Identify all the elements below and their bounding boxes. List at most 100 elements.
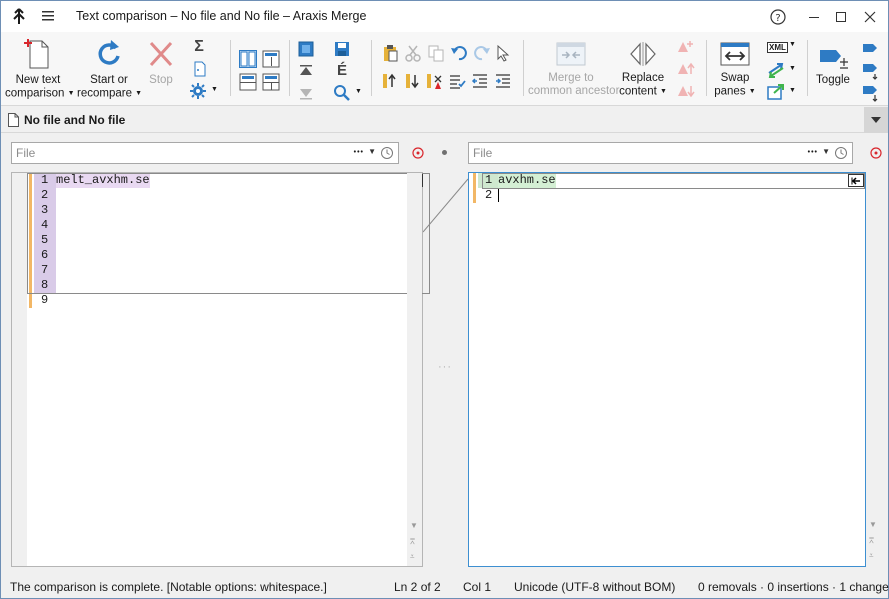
undo-icon[interactable] (450, 44, 468, 62)
line-number: 3 (34, 203, 56, 218)
conflict-icon[interactable] (425, 72, 443, 90)
right-file-history-dropdown[interactable]: ▼ (822, 147, 830, 156)
indent-icon[interactable] (494, 72, 512, 90)
line-text: avxhm.se (498, 173, 556, 188)
close-icon (864, 11, 876, 22)
left-text-pane[interactable]: 1 melt_avxhm.se 2 3 4 5 6 7 8 9 ▼ ⩞ ⩡ (11, 172, 430, 567)
sync-arrows-icon (768, 63, 784, 78)
swap-panes-button[interactable]: Swap panes ▼ (711, 40, 759, 99)
close-button[interactable] (852, 1, 888, 32)
minimize-icon (809, 16, 819, 18)
right-file-field: ••• ▼ (468, 142, 853, 164)
bookmark-down-icon[interactable] (861, 62, 879, 80)
two-way-layout-icon[interactable] (239, 50, 257, 68)
hamburger-menu-icon[interactable] (41, 9, 55, 23)
next-change-icon[interactable] (404, 72, 422, 90)
merge-to-common-ancestor-button[interactable]: Merge to common ancestor (528, 40, 619, 98)
replace-label: Replace (621, 72, 665, 84)
move-up-icon[interactable] (677, 60, 695, 78)
first-diff-icon[interactable]: ⩞ (869, 536, 874, 546)
dropdown-caret-icon: ▼ (789, 41, 796, 48)
cut-icon[interactable] (404, 44, 422, 62)
new-text-comparison-button[interactable]: New text comparison ▼ (5, 38, 75, 101)
left-lines: 1 melt_avxhm.se 2 3 4 5 6 7 8 9 (27, 173, 422, 308)
find-button[interactable]: ▼ (333, 84, 363, 102)
document-list-dropdown[interactable] (864, 107, 888, 133)
line-number: 5 (34, 233, 56, 248)
line-marker (29, 203, 32, 218)
line-marker (473, 173, 476, 188)
line-number: 2 (34, 188, 56, 203)
document-tab-title[interactable]: No file and No file (24, 113, 125, 127)
left-close-file-icon[interactable] (412, 147, 424, 159)
align-lines-icon[interactable] (448, 72, 466, 90)
pointer-icon[interactable] (494, 44, 512, 62)
right-file-input[interactable] (473, 145, 773, 161)
paste-icon[interactable] (381, 44, 399, 62)
dropdown-caret-icon: ▼ (355, 88, 362, 95)
left-file-input[interactable] (16, 145, 316, 161)
move-down-icon[interactable] (677, 82, 695, 100)
text-line: 4 (27, 218, 422, 233)
right-text-pane[interactable]: 1 avxhm.se 2 (468, 172, 866, 567)
insert-above-icon[interactable] (677, 38, 695, 56)
line-number: 6 (34, 248, 56, 263)
text-line: 6 (27, 248, 422, 263)
select-block-icon[interactable] (297, 40, 315, 58)
last-diff-icon[interactable]: ⩡ (410, 552, 415, 562)
first-diff-icon[interactable]: ⩞ (410, 537, 415, 547)
left-file-history-dropdown[interactable]: ▼ (368, 147, 376, 156)
last-change-icon[interactable] (297, 84, 315, 102)
stacked-layout-icon[interactable] (262, 73, 280, 91)
three-way-layout-icon[interactable] (239, 73, 257, 91)
right-lines: 1 avxhm.se 2 (469, 173, 865, 203)
new-text-label-2: comparison (5, 87, 65, 100)
redo-icon[interactable] (473, 44, 491, 62)
bookmark-list-icon[interactable] (861, 84, 879, 102)
arrow-left-icon (851, 176, 860, 185)
right-browse-button[interactable]: ••• (808, 149, 818, 156)
left-browse-button[interactable]: ••• (354, 149, 364, 156)
start-recompare-button[interactable]: Start or recompare ▼ (77, 38, 142, 101)
history-clock-icon[interactable] (834, 146, 848, 160)
options-button[interactable]: ▼ (189, 82, 219, 100)
right-vertical-scrollbar[interactable]: ▼ ⩞ ⩡ (866, 172, 881, 567)
first-change-icon[interactable] (297, 62, 315, 80)
scroll-down-icon[interactable]: ▼ (410, 521, 418, 530)
recompare-icon (98, 40, 120, 65)
right-close-file-icon[interactable] (870, 147, 882, 159)
status-line: Ln 2 of 2 (394, 580, 441, 594)
start-label: Start or (90, 74, 128, 86)
last-diff-icon[interactable]: ⩡ (869, 551, 874, 561)
recompare-label: recompare (77, 87, 132, 100)
line-number: 1 (478, 173, 500, 188)
sigma-icon[interactable]: Σ (190, 38, 208, 56)
encoding-icon[interactable]: É (333, 62, 351, 80)
left-vertical-scrollbar[interactable]: ▼ ⩞ ⩡ (407, 173, 422, 566)
toggle-bookmark-button[interactable]: Toggle (811, 46, 855, 87)
next-bookmark-icon[interactable] (861, 40, 879, 58)
maximize-icon (836, 11, 846, 22)
scroll-down-icon[interactable]: ▼ (869, 520, 877, 529)
middle-splitter-handle[interactable]: ··· (438, 361, 452, 373)
xml-button[interactable]: XML ▼ (767, 39, 797, 57)
history-clock-icon[interactable] (380, 146, 394, 160)
line-marker (29, 218, 32, 233)
previous-change-icon[interactable] (381, 72, 399, 90)
text-cursor (498, 189, 499, 202)
outdent-icon[interactable] (471, 72, 489, 90)
text-line: 3 (27, 203, 422, 218)
status-encoding[interactable]: Unicode (UTF-8 without BOM) (514, 580, 675, 594)
sync-button[interactable]: ▼ (767, 61, 797, 79)
copy-icon[interactable] (427, 44, 445, 62)
center-link-dot (442, 150, 447, 155)
save-icon[interactable] (333, 40, 351, 58)
replace-content-button[interactable]: Replace content ▼ (618, 40, 668, 99)
help-button[interactable]: ? (760, 1, 796, 32)
report-icon[interactable] (191, 60, 209, 78)
export-button[interactable]: ▼ (767, 83, 797, 101)
new-text-label: New text (15, 74, 61, 86)
horizontal-layout-icon[interactable] (262, 50, 280, 68)
copy-to-left-button[interactable] (848, 174, 864, 187)
stop-button[interactable]: Stop (143, 38, 179, 87)
